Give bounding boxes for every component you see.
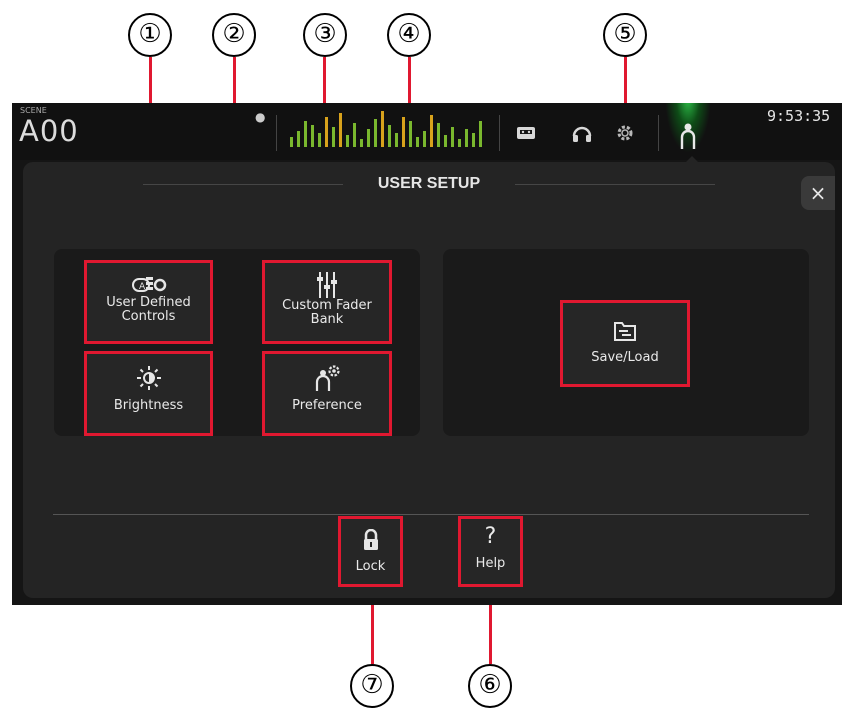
save-load-button[interactable]: Save/Load [560, 300, 690, 387]
meter-bar [360, 139, 363, 147]
callout-3: ③ [303, 13, 347, 57]
meter-bar [395, 133, 398, 147]
top-bar: SCENE A00 ● 9:53:35 [12, 103, 842, 165]
recorder-icon[interactable] [514, 121, 538, 145]
panel-title: USER SETUP [377, 175, 481, 192]
custom-fader-bank-label: Custom Fader Bank [282, 298, 372, 327]
meter-bar [332, 127, 335, 147]
callout-4: ④ [387, 13, 431, 57]
lock-button[interactable]: Lock [338, 516, 403, 587]
divider [499, 115, 500, 151]
close-button[interactable]: × [801, 176, 835, 210]
bottom-divider [53, 514, 809, 515]
meter-bar [325, 117, 328, 147]
meter-bar [297, 131, 300, 147]
gear-icon[interactable] [613, 121, 637, 145]
clock: 9:53:35 [767, 107, 831, 125]
meter-bar [388, 125, 391, 147]
preference-label: Preference [292, 398, 362, 413]
callout-6: ⑥ [468, 664, 512, 708]
meter-bar [472, 133, 475, 147]
meter-bar [451, 127, 454, 147]
meter-bar [290, 137, 293, 147]
callout-1: ① [128, 13, 172, 57]
user-defined-controls-label: User Defined Controls [106, 295, 191, 324]
svg-text:A: A [139, 282, 146, 292]
brightness-button[interactable]: Brightness [84, 351, 213, 436]
preference-icon [315, 365, 340, 391]
meter-bar [458, 139, 461, 147]
callout-2: ② [212, 13, 256, 57]
scene-name[interactable]: A00 [19, 114, 79, 148]
mixer-screen: SCENE A00 ● 9:53:35 USER SETUP × A User … [12, 103, 842, 605]
preference-button[interactable]: Preference [262, 351, 392, 436]
meter-bar [318, 133, 321, 147]
fader-icon [317, 272, 337, 298]
meter-bar [409, 121, 412, 147]
meter-bar [465, 129, 468, 147]
user-icon [680, 123, 696, 149]
save-load-label: Save/Load [591, 350, 659, 365]
user-setup-tab[interactable] [662, 103, 714, 160]
info-icon[interactable]: ● [255, 110, 265, 124]
custom-fader-bank-button[interactable]: Custom Fader Bank [262, 260, 392, 344]
divider [658, 115, 659, 151]
meter-bar [353, 123, 356, 147]
meter-bar [430, 115, 433, 147]
user-defined-controls-icon: A [131, 277, 166, 292]
brightness-label: Brightness [113, 398, 184, 413]
level-meter-icon[interactable] [286, 105, 486, 151]
divider [276, 115, 277, 151]
meter-bar [304, 121, 307, 147]
meter-bar [381, 111, 384, 147]
save-load-icon [614, 322, 636, 341]
meter-bar [444, 135, 447, 147]
callout-5: ⑤ [603, 13, 647, 57]
meter-bar [367, 129, 370, 147]
meter-bar [346, 135, 349, 147]
user-setup-panel: USER SETUP × A User Defined Controls Bri… [23, 162, 835, 598]
lock-label: Lock [355, 559, 386, 574]
meter-bar [423, 131, 426, 147]
help-button[interactable]: ? Help [458, 516, 523, 587]
headphones-icon[interactable] [570, 121, 594, 145]
callout-7: ⑦ [350, 664, 394, 708]
meter-bar [311, 125, 314, 147]
meter-bar [339, 113, 342, 147]
meter-bar [437, 123, 440, 147]
user-defined-controls-button[interactable]: A User Defined Controls [84, 260, 213, 344]
meter-bar [416, 137, 419, 147]
lock-icon [363, 529, 378, 550]
meter-bar [374, 119, 377, 147]
meter-bar [402, 117, 405, 147]
help-label: Help [475, 556, 506, 571]
brightness-icon [136, 366, 161, 390]
meter-bar [479, 121, 482, 147]
help-icon: ? [484, 524, 497, 549]
